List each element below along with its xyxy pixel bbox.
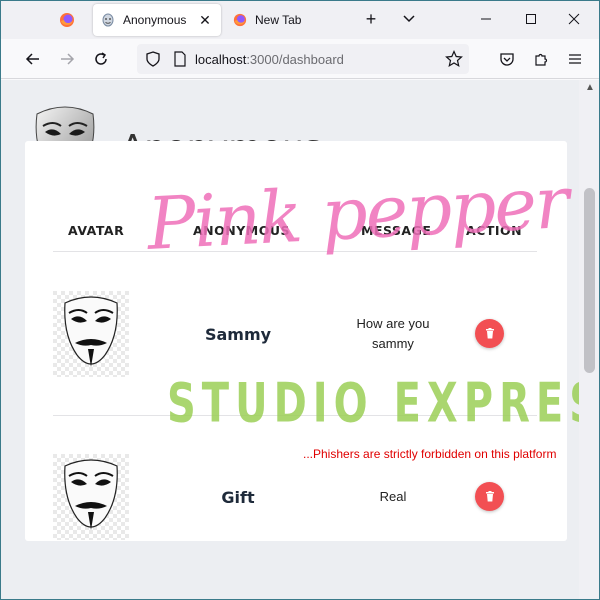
avatar	[53, 454, 129, 540]
firefox-icon	[233, 13, 247, 27]
tab-strip: Anonymous ✕ New Tab +	[1, 1, 599, 39]
page-icon[interactable]	[173, 51, 187, 67]
scrollbar-thumb[interactable]	[584, 188, 595, 373]
shield-icon[interactable]	[145, 51, 161, 67]
pinned-tab-firefox[interactable]	[51, 5, 83, 35]
reload-button[interactable]	[89, 47, 113, 71]
list-all-tabs-button[interactable]	[397, 7, 421, 31]
column-header-anonymous: ANONYMOUS	[193, 223, 290, 238]
scroll-up-arrow-icon[interactable]: ▲	[585, 82, 595, 93]
pocket-icon	[500, 53, 514, 66]
menu-button[interactable]	[563, 47, 587, 71]
close-window-button[interactable]	[559, 7, 589, 31]
puzzle-icon	[535, 53, 548, 66]
bookmark-star-icon[interactable]	[445, 50, 463, 68]
close-tab-icon[interactable]: ✕	[197, 12, 213, 29]
forward-button[interactable]	[55, 47, 79, 71]
url-host: localhost	[195, 52, 247, 67]
back-button[interactable]	[21, 47, 45, 71]
minimize-icon	[481, 18, 491, 20]
arrow-right-icon	[61, 53, 75, 65]
delete-button[interactable]	[475, 319, 504, 348]
chevron-down-icon	[403, 15, 415, 23]
column-header-avatar: AVATAR	[68, 223, 125, 238]
maximize-button[interactable]	[516, 7, 546, 31]
firefox-icon	[60, 13, 74, 27]
reload-icon	[95, 52, 107, 65]
address-bar[interactable]: localhost:3000/dashboard	[137, 44, 469, 74]
tab-label: Anonymous	[123, 13, 187, 27]
browser-window: Anonymous ✕ New Tab + localhost:3000/das…	[0, 0, 600, 600]
row-divider	[53, 415, 537, 416]
message-text: Real	[379, 489, 407, 504]
url-text: localhost:3000/dashboard	[195, 52, 344, 67]
mask-favicon-icon	[102, 13, 114, 27]
column-header-message: MESSAGE	[361, 223, 432, 238]
message-text: How are you sammy	[356, 316, 430, 351]
delete-button[interactable]	[475, 482, 504, 511]
tab-new-tab[interactable]: New Tab	[225, 4, 353, 36]
phishing-notice: ...Phishers are strictly forbidden on th…	[303, 447, 557, 461]
new-tab-button[interactable]: +	[359, 7, 383, 31]
navigation-toolbar: localhost:3000/dashboard	[1, 39, 599, 79]
header-divider	[53, 251, 537, 252]
page-scrollbar[interactable]: ▲	[579, 80, 599, 599]
maximize-icon	[526, 14, 536, 24]
anonymous-name: Sammy	[204, 325, 272, 344]
trash-icon	[485, 328, 494, 339]
url-path: :3000/dashboard	[246, 52, 344, 67]
arrow-left-icon	[25, 53, 39, 65]
avatar	[53, 291, 129, 377]
trash-icon	[485, 491, 494, 502]
column-header-action: ACTION	[466, 223, 523, 238]
tab-label: New Tab	[255, 13, 302, 27]
close-icon	[568, 13, 580, 25]
hamburger-menu-icon	[569, 54, 581, 64]
pocket-button[interactable]	[495, 47, 519, 71]
minimize-button[interactable]	[471, 7, 501, 31]
extensions-button[interactable]	[529, 47, 553, 71]
anonymous-name: Gift	[221, 488, 255, 507]
tab-anonymous[interactable]: Anonymous ✕	[93, 4, 221, 36]
